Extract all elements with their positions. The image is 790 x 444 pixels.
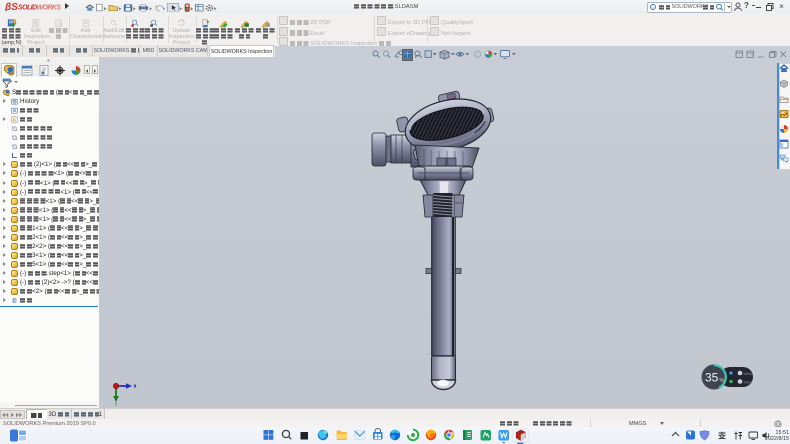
svg-text:SOLIDWORKS: SOLIDWORKS xyxy=(18,5,61,11)
svg-text:%: % xyxy=(720,378,725,384)
svg-text:βS: βS xyxy=(5,2,18,11)
svg-text:KB/s: KB/s xyxy=(744,371,752,376)
svg-text:KB/s: KB/s xyxy=(744,380,752,385)
svg-text:35: 35 xyxy=(705,371,719,385)
